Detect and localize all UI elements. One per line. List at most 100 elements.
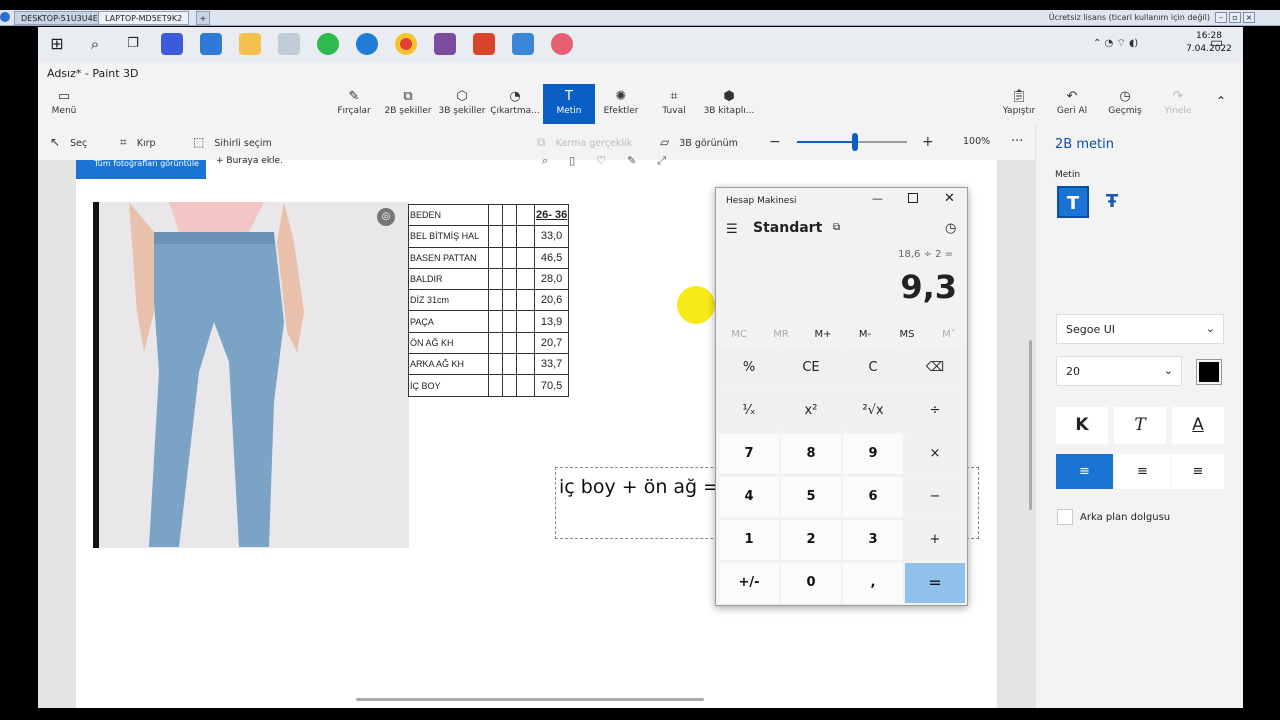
undo-button[interactable]: ↶ Geri Al <box>1047 88 1097 122</box>
calc-key[interactable]: − <box>905 477 965 517</box>
memory-button-3[interactable]: M- <box>845 329 885 340</box>
ribbon-3d-library[interactable]: ⬢ 3B kitaplı... <box>702 88 756 122</box>
ribbon-stickers[interactable]: ◔ Çıkartma... <box>490 88 540 122</box>
calc-key[interactable]: , <box>843 563 903 603</box>
rd-close-icon[interactable]: × <box>1243 12 1255 23</box>
rd-restore-icon[interactable]: ▫ <box>1229 12 1241 23</box>
calc-key[interactable]: × <box>905 434 965 474</box>
align-left-button[interactable]: ≡ <box>1056 454 1113 489</box>
plain-text-icon[interactable]: T <box>1057 186 1089 218</box>
collapse-ribbon-icon[interactable]: ⌃ <box>1216 94 1226 108</box>
clock[interactable]: 16:28 7.04.2022 <box>1179 30 1239 56</box>
calc-key[interactable]: = <box>905 563 965 603</box>
zoom-slider-thumb[interactable] <box>852 133 859 151</box>
photos-banner[interactable]: Tüm fotoğrafları görüntüle <box>76 160 206 179</box>
history-button[interactable]: ◷ Geçmiş <box>1100 88 1150 122</box>
rd-tab-laptop[interactable]: LAPTOP-MD5ET9K2 <box>98 11 190 25</box>
text-box-content[interactable]: iç boy + ön ağ = <box>559 476 719 498</box>
calc-key[interactable]: 4 <box>719 477 779 517</box>
3d-view-toggle[interactable]: ▱ 3B görünüm <box>660 134 738 152</box>
calc-minimize-icon[interactable]: — <box>872 192 883 205</box>
align-right-button[interactable]: ≡ <box>1172 454 1224 489</box>
visual-search-icon[interactable]: ◎ <box>377 208 395 226</box>
crop-tool[interactable]: ⌗ Kırp <box>120 134 156 152</box>
calc-key[interactable]: 3 <box>843 520 903 560</box>
text-color-swatch[interactable] <box>1196 359 1222 385</box>
rd-add-tab-button[interactable]: + <box>196 11 210 25</box>
task-view-icon[interactable]: ❐ <box>122 33 144 55</box>
calc-key[interactable]: ²√x <box>843 391 903 431</box>
memory-button-0[interactable]: MC <box>719 329 759 340</box>
ribbon-effects[interactable]: ✺ Efektler <box>596 88 646 122</box>
paste-button[interactable]: 📋︎ Yapıştır <box>994 88 1044 122</box>
zoom-in-button[interactable]: + <box>922 134 934 150</box>
select-tool[interactable]: ↖ Seç <box>50 134 87 152</box>
calc-key[interactable]: 0 <box>781 563 841 603</box>
calc-key[interactable]: 7 <box>719 434 779 474</box>
zoom-level[interactable]: 100% <box>963 134 990 150</box>
chrome-icon[interactable] <box>395 33 417 55</box>
ribbon-canvas[interactable]: ⌗ Tuval <box>649 88 699 122</box>
calc-key[interactable]: x² <box>781 391 841 431</box>
more-options-button[interactable]: ··· <box>1011 134 1023 150</box>
add-here-label[interactable]: + Buraya ekle. <box>216 156 283 166</box>
zoom-slider-track[interactable] <box>797 133 907 151</box>
align-center-button[interactable]: ≡ <box>1114 454 1171 489</box>
notifications-icon[interactable]: ▭ <box>1210 35 1223 51</box>
calc-history-icon[interactable]: ◷ <box>945 221 956 236</box>
ribbon-brushes[interactable]: ✎ Fırçalar <box>329 88 379 122</box>
calc-key[interactable]: ¹⁄ₓ <box>719 391 779 431</box>
menu-button[interactable]: ▭ Menü <box>42 88 86 122</box>
app-icon-2[interactable] <box>473 33 495 55</box>
calc-key[interactable]: 1 <box>719 520 779 560</box>
zoom-out-button[interactable]: − <box>769 134 781 150</box>
vertical-scrollbar[interactable] <box>1029 340 1032 510</box>
ribbon-3d-shapes[interactable]: ⬡ 3B şekiller <box>437 88 487 122</box>
background-fill-checkbox[interactable] <box>1057 509 1073 525</box>
memory-button-5[interactable]: M˅ <box>929 329 969 340</box>
app-icon-1[interactable] <box>161 33 183 55</box>
tray-icons[interactable]: ⌃ ◔ ⌔ ◖) <box>1093 37 1138 50</box>
mail-icon[interactable] <box>200 33 222 55</box>
memory-button-1[interactable]: MR <box>761 329 801 340</box>
calc-close-icon[interactable]: ✕ <box>944 191 955 206</box>
memory-button-2[interactable]: M+ <box>803 329 843 340</box>
hamburger-menu-icon[interactable]: ☰ <box>726 222 738 237</box>
calc-key[interactable]: +/- <box>719 563 779 603</box>
windows-start-icon[interactable]: ⊞ <box>46 33 68 55</box>
calc-maximize-icon[interactable] <box>908 193 918 203</box>
keep-on-top-icon[interactable]: ⧉ <box>833 222 840 233</box>
memory-button-4[interactable]: MS <box>887 329 927 340</box>
ribbon-text[interactable]: T Metin <box>543 84 595 124</box>
font-size-dropdown[interactable]: 20 ⌄ <box>1056 356 1182 386</box>
calc-key[interactable]: + <box>905 520 965 560</box>
calc-key[interactable]: 9 <box>843 434 903 474</box>
calculator-taskbar-icon[interactable] <box>278 33 300 55</box>
calc-key[interactable]: % <box>719 348 779 388</box>
photos-icon[interactable] <box>512 33 534 55</box>
font-family-dropdown[interactable]: Segoe UI ⌄ <box>1056 314 1224 344</box>
calc-key[interactable]: ÷ <box>905 391 965 431</box>
calc-key[interactable]: ⌫ <box>905 348 965 388</box>
italic-button[interactable]: T <box>1114 407 1166 444</box>
calc-key[interactable]: 8 <box>781 434 841 474</box>
mixed-reality-tool[interactable]: ⧉ Karma gerçeklik <box>537 134 632 152</box>
calc-key[interactable]: C <box>843 348 903 388</box>
search-icon[interactable]: ⌕ <box>84 33 106 55</box>
calc-key[interactable]: CE <box>781 348 841 388</box>
ribbon-2d-shapes[interactable]: ⧉ 2B şekiller <box>383 88 433 122</box>
redo-button[interactable]: ↷ Yinele <box>1153 88 1203 122</box>
underline-button[interactable]: A <box>1172 407 1224 444</box>
rd-tab-desktop[interactable]: DESKTOP-51U3U4E <box>14 11 105 25</box>
calc-key[interactable]: 6 <box>843 477 903 517</box>
3d-text-icon[interactable]: Ŧ <box>1096 186 1128 218</box>
file-explorer-icon[interactable] <box>239 33 261 55</box>
winrar-icon[interactable] <box>434 33 456 55</box>
rd-minimize-icon[interactable]: – <box>1215 12 1227 23</box>
horizontal-scrollbar[interactable] <box>356 698 704 701</box>
paint3d-taskbar-icon[interactable] <box>551 33 573 55</box>
magic-select-tool[interactable]: ⬚ Sihirli seçim <box>193 134 272 152</box>
photo-toolbar-icons[interactable]: ⌕ ▯ ♡ ✎ ⤢ <box>542 154 666 168</box>
calc-key[interactable]: 2 <box>781 520 841 560</box>
whatsapp-icon[interactable] <box>317 33 339 55</box>
